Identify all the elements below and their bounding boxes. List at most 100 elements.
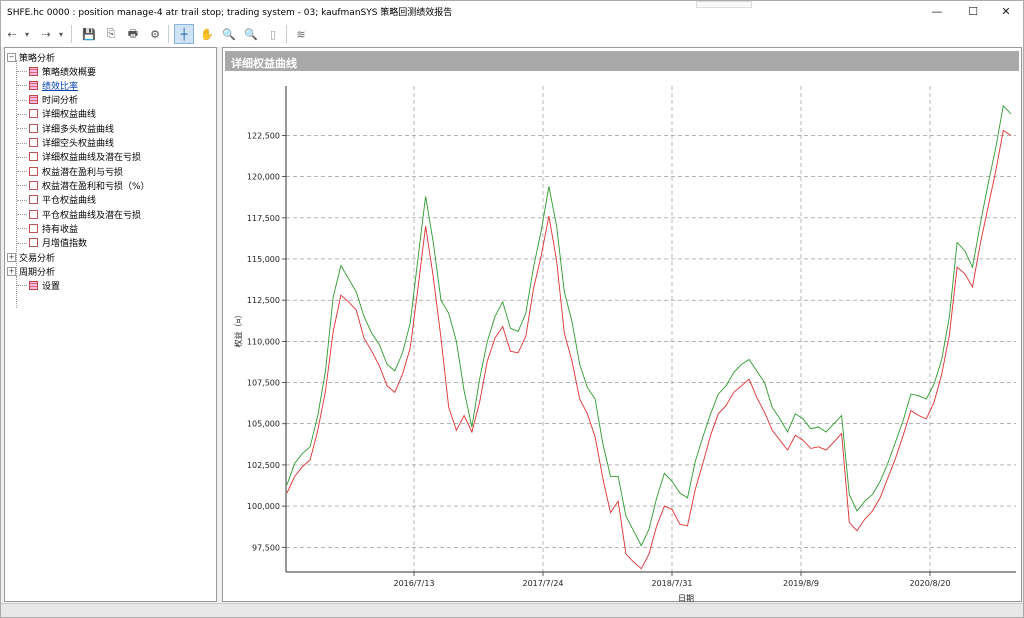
chart-icon: [29, 138, 38, 147]
toolbar-separator: [286, 25, 287, 43]
table-icon: [29, 80, 38, 90]
forward-menu-icon[interactable]: ▾: [55, 24, 67, 44]
tree-connector: [17, 71, 27, 72]
tree-item-label: 平仓权益曲线: [42, 196, 97, 207]
tree-item-label: 详细权益曲线: [42, 110, 97, 121]
chart-icon: [29, 166, 38, 176]
forward-icon[interactable]: ⇢: [39, 24, 53, 44]
tree-item-label: 权益潜在盈利和亏损（%）: [42, 181, 150, 192]
toolbar: ⇠ ▾ ⇢ ▾ 💾 ⎘ 🖶 ⚙ ┼ ✋ 🔍 🔍 ▯ ≋: [1, 21, 1023, 47]
x-tick-label: 2018/7/31: [651, 579, 692, 588]
expand-icon[interactable]: +: [7, 252, 16, 262]
tree-item[interactable]: 持有收益: [29, 221, 78, 235]
tree-item-label: 详细权益曲线及潜在亏损: [42, 153, 142, 164]
tree-connector: [17, 156, 27, 158]
chart-icon: [29, 152, 38, 162]
window-title: SHFE.hc 0000 : position manage-4 atr tra…: [7, 8, 453, 18]
chart-icon: [29, 123, 38, 133]
tree-item[interactable]: 月增值指数: [29, 236, 87, 250]
y-tick-label: 102,500: [247, 461, 280, 470]
zoom-in-icon[interactable]: 🔍: [219, 24, 239, 44]
title-bar: SHFE.hc 0000 : position manage-4 atr tra…: [1, 1, 1023, 21]
y-tick-label: 105,000: [247, 420, 280, 429]
expand-icon[interactable]: +: [7, 266, 16, 276]
close-button[interactable]: ✕: [989, 1, 1023, 21]
tree-connector: [17, 142, 27, 144]
tree-item[interactable]: 权益潜在盈利与亏损: [29, 164, 123, 178]
minimize-button[interactable]: —: [920, 1, 954, 21]
back-icon[interactable]: ⇠: [5, 24, 19, 44]
tree-item[interactable]: 策略绩效概要: [29, 64, 96, 78]
tree-connector: [17, 85, 27, 87]
tree-node-label: 设置: [42, 281, 61, 292]
y-tick-label: 110,000: [247, 337, 280, 346]
tree-item[interactable]: 详细空头权益曲线: [29, 136, 114, 150]
copy-icon[interactable]: ⎘: [101, 24, 121, 44]
x-tick-label: 2019/8/9: [783, 579, 819, 588]
y-tick-label: 122,500: [247, 131, 280, 140]
y-axis-label: 权益（¤）: [233, 310, 243, 347]
tree-connector: [17, 228, 27, 230]
tree-connector: [17, 113, 27, 115]
tree-item[interactable]: 详细权益曲线: [29, 107, 96, 121]
tree-node-label: 策略分析: [19, 53, 56, 64]
tree-connector: [16, 60, 17, 280]
tree-connector: [17, 214, 27, 215]
y-tick-label: 97,500: [252, 543, 280, 552]
chart-icon: [29, 209, 38, 219]
tree-node-trade-analysis[interactable]: + 交易分析: [7, 250, 55, 264]
faded-badge: [696, 1, 752, 8]
tree-item-label: 时间分析: [42, 96, 79, 107]
y-tick-label: 100,000: [247, 502, 280, 511]
x-tick-label: 2017/7/24: [522, 579, 563, 588]
crosshair-icon[interactable]: ┼: [174, 24, 194, 44]
tree-item[interactable]: 权益潜在盈利和亏损（%）: [29, 178, 150, 192]
tree-item[interactable]: 平仓权益曲线及潜在亏损: [29, 207, 141, 221]
tree-node-period-analysis[interactable]: + 周期分析: [7, 264, 55, 278]
toolbar-separator: [168, 25, 169, 43]
tree-item[interactable]: 绩效比率: [29, 78, 78, 92]
collapse-icon[interactable]: −: [7, 52, 16, 62]
zoom-out-icon[interactable]: 🔍: [241, 24, 261, 44]
tree-item[interactable]: 时间分析: [29, 93, 78, 107]
tree-item-label: 月增值指数: [42, 239, 88, 250]
back-menu-icon[interactable]: ▾: [21, 24, 33, 44]
tree-node-label: 周期分析: [19, 267, 56, 278]
theme-icon[interactable]: ≋: [291, 24, 311, 44]
chart-icon: [29, 109, 38, 119]
tree-connector: [17, 285, 27, 286]
save-icon[interactable]: 💾: [79, 24, 99, 44]
tree-item[interactable]: 平仓权益曲线: [29, 193, 96, 207]
y-tick-label: 117,500: [247, 214, 280, 223]
table-icon: [29, 66, 38, 76]
y-tick-label: 115,000: [247, 255, 280, 264]
tree-node-label: 交易分析: [19, 253, 56, 264]
tree-connector: [17, 242, 27, 244]
maximize-button[interactable]: ☐: [956, 1, 990, 21]
fit-to-window-icon[interactable]: ▯: [263, 24, 283, 44]
report-window: SHFE.hc 0000 : position manage-4 atr tra…: [0, 0, 1024, 618]
y-tick-label: 107,500: [247, 379, 280, 388]
tree-node-strategy-analysis[interactable]: − 策略分析: [7, 50, 55, 64]
chart-icon: [29, 195, 38, 205]
panel-title: 详细权益曲线: [231, 57, 297, 70]
y-tick-label: 120,000: [247, 173, 280, 182]
tree-connector: [17, 185, 27, 187]
x-tick-label: 2020/8/20: [909, 579, 950, 588]
tree-item[interactable]: 详细权益曲线及潜在亏损: [29, 150, 141, 164]
tree-item-label: 策略绩效概要: [42, 67, 97, 78]
x-tick-label: 2016/7/13: [393, 579, 434, 588]
horizontal-scrollbar[interactable]: [1, 603, 1023, 617]
tree-node-settings[interactable]: 设置: [29, 278, 60, 292]
tree-item-label: 平仓权益曲线及潜在亏损: [42, 210, 142, 221]
y-tick-label: 112,500: [247, 296, 280, 305]
table-icon: [29, 95, 38, 105]
navigation-tree: − 策略分析 策略绩效概要 绩效比率时间分析详细权益曲线 详细多头权益曲线 详细空头权…: [4, 47, 217, 602]
pan-hand-icon[interactable]: ✋: [197, 24, 217, 44]
tree-item[interactable]: 详细多头权益曲线: [29, 121, 114, 135]
gear-icon[interactable]: ⚙: [145, 24, 165, 44]
print-icon[interactable]: 🖶: [123, 24, 143, 44]
tree-item-label: 绩效比率: [42, 81, 79, 92]
equity-chart[interactable]: 97,500 100,000 102,500 105,000 107,500 110,00…: [223, 72, 1021, 602]
tree-item-label: 权益潜在盈利与亏损: [42, 167, 124, 178]
